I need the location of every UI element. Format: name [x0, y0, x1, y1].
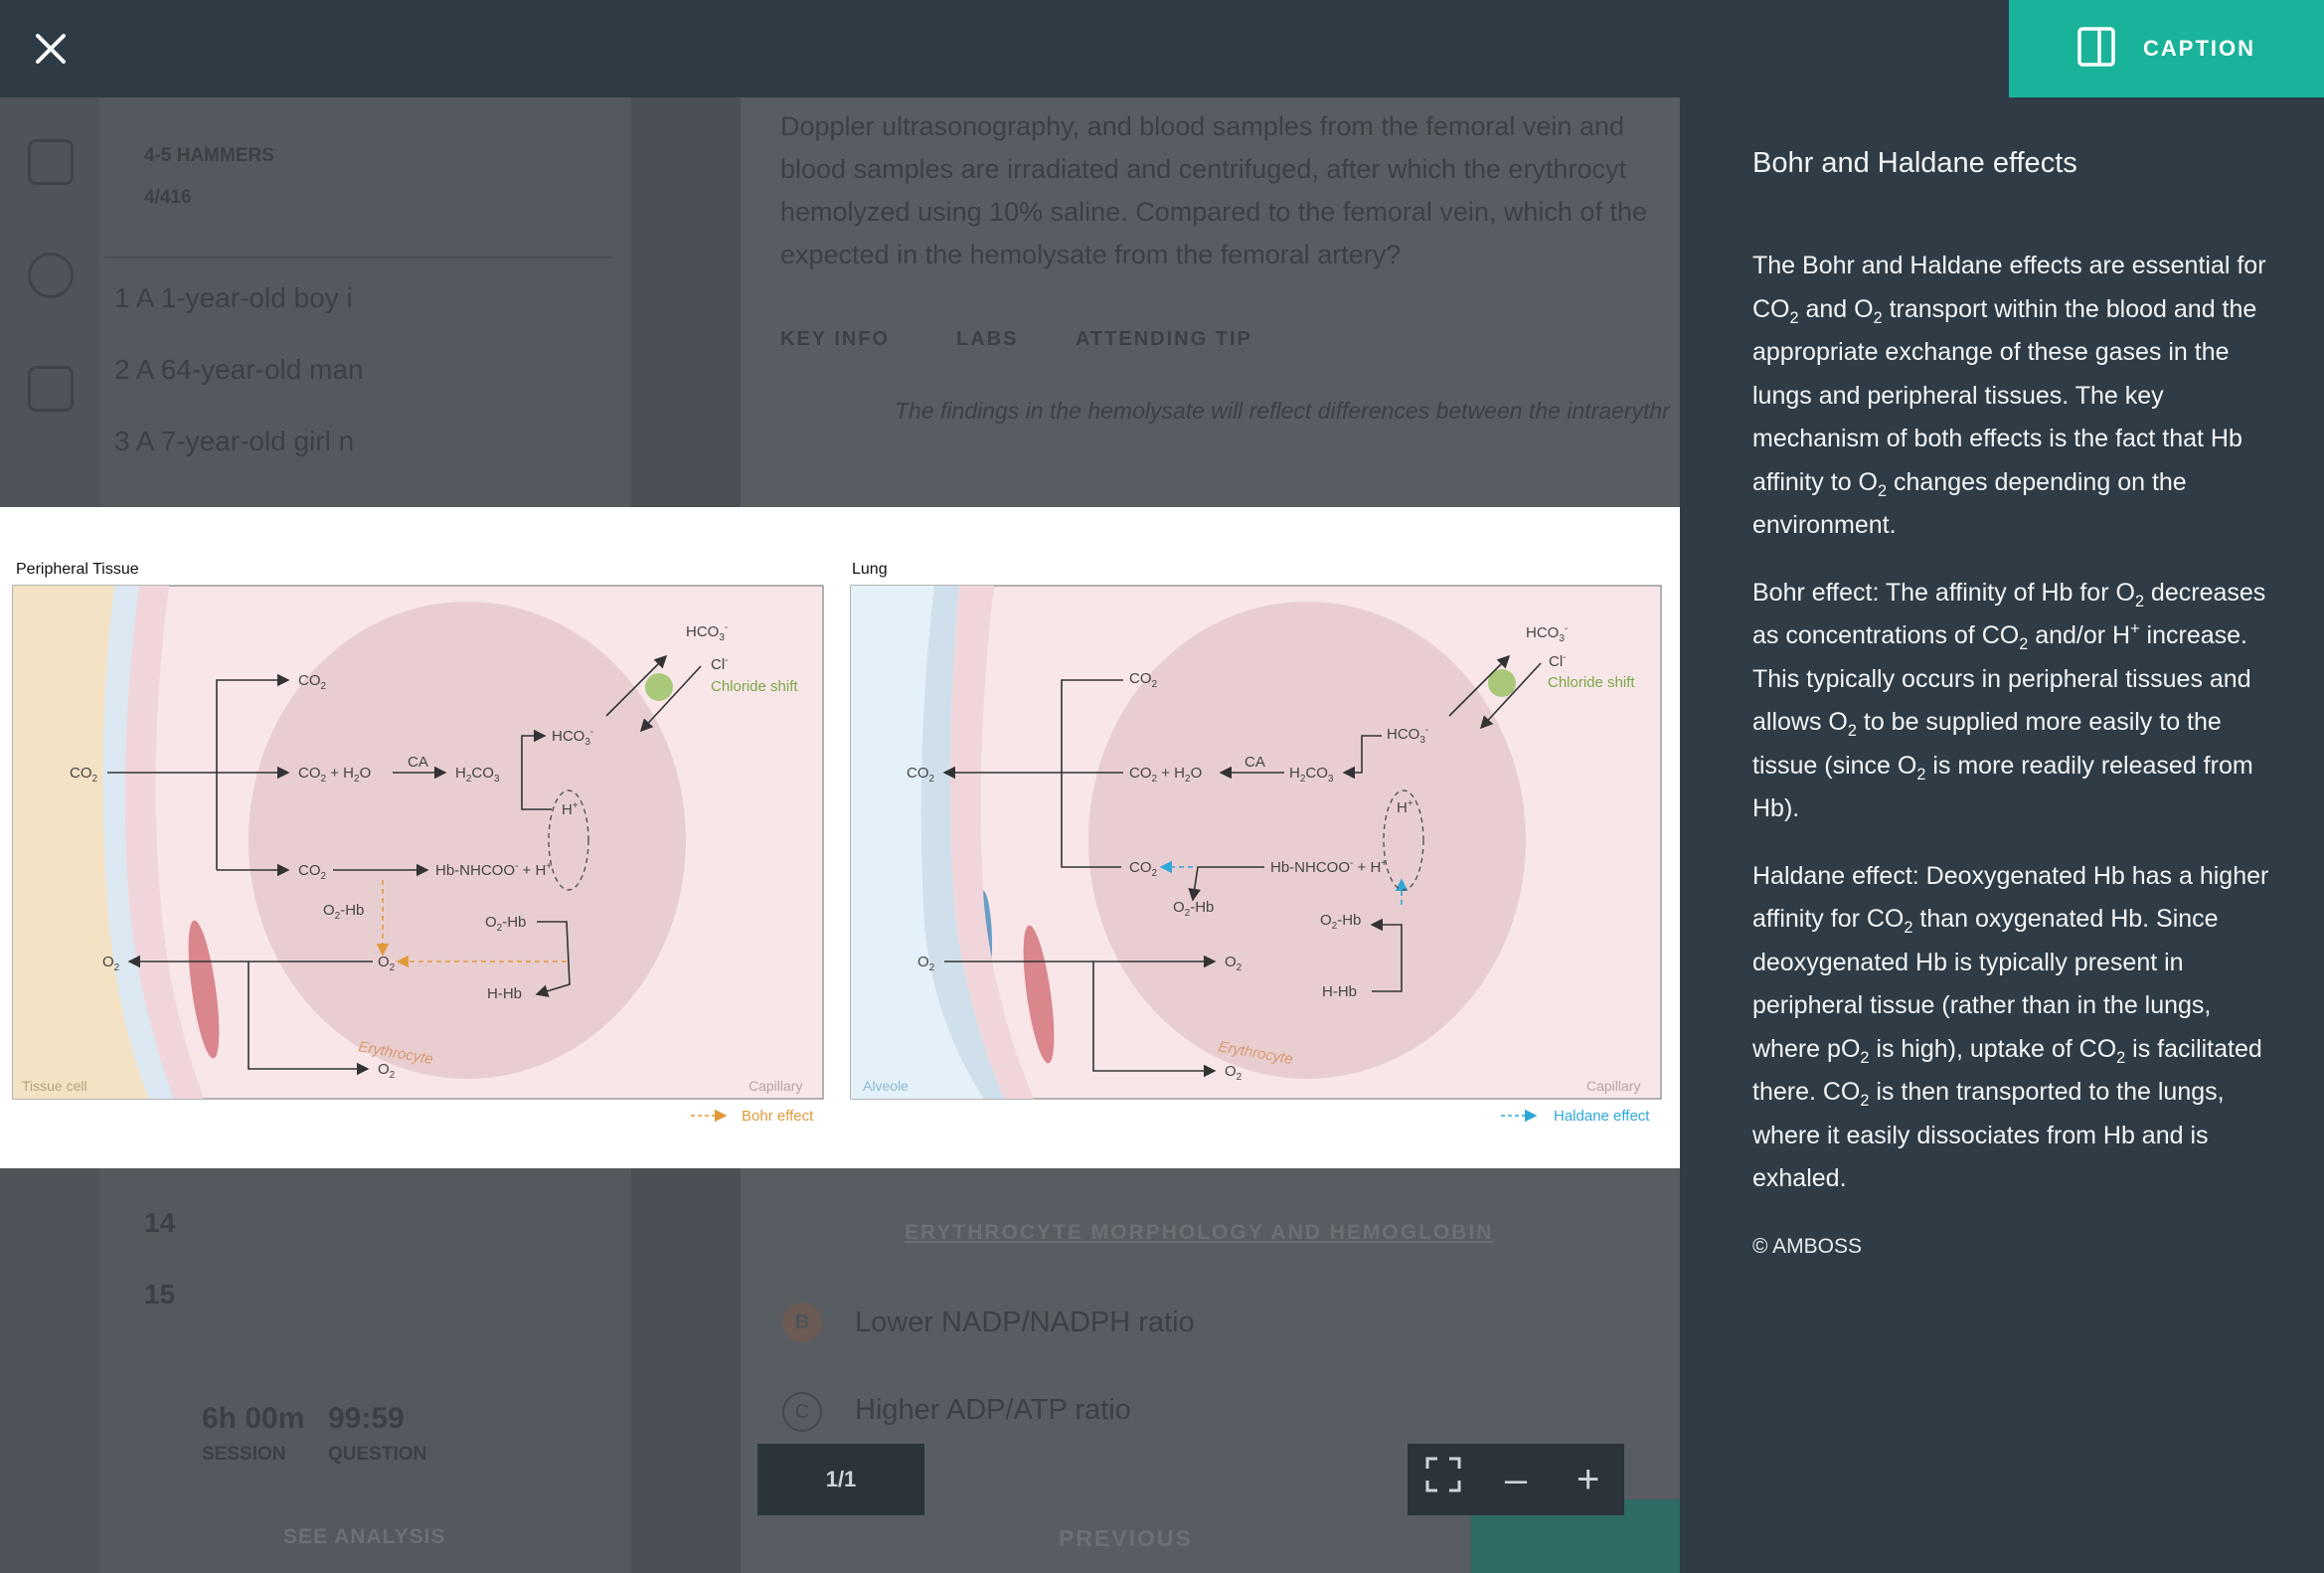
capillary-label: Capillary	[748, 1078, 802, 1094]
chloride-shift-label: Chloride shift	[711, 678, 798, 695]
capillary-label-right: Capillary	[1586, 1078, 1640, 1094]
zoom-in-button[interactable]: +	[1559, 1458, 1618, 1502]
zoom-out-button[interactable]: –	[1486, 1458, 1546, 1502]
tab-attending-tip: ATTENDING TIP	[1076, 328, 1252, 350]
bohr-legend: Bohr effect	[742, 1108, 814, 1125]
answer-letter: C	[782, 1392, 822, 1432]
figure-image: Peripheral Tissue Tissue cell Capillary …	[0, 507, 1680, 1168]
compass-icon	[28, 253, 74, 298]
block-title: 4-5 HAMMERS	[144, 145, 274, 166]
close-icon[interactable]	[28, 26, 74, 72]
tip-text: The findings in the hemolysate will refl…	[895, 398, 1670, 424]
caption-body: The Bohr and Haldane effects are essenti…	[1752, 245, 2269, 1268]
svg-text:Hb-NHCOO- + H+: Hb-NHCOO- + H+	[1270, 858, 1387, 876]
caption-label: CAPTION	[2143, 36, 2255, 61]
svg-text:H-Hb: H-Hb	[1322, 983, 1357, 1000]
question-number: 15	[144, 1279, 176, 1310]
question-line: expected in the hemolysate from the femo…	[780, 240, 1402, 269]
question-line: Doppler ultrasonography, and blood sampl…	[780, 111, 1624, 141]
list-item: 1 A 1-year-old boy i	[114, 282, 353, 313]
tissue-cell-label: Tissue cell	[22, 1078, 87, 1094]
svg-text:Hb-NHCOO- + H+: Hb-NHCOO- + H+	[435, 861, 552, 879]
svg-text:CA: CA	[1245, 754, 1265, 771]
list-item: 2 A 64-year-old man	[114, 354, 364, 385]
see-analysis-link: SEE ANALYSIS	[283, 1525, 446, 1548]
question-timer-label: QUESTION	[328, 1444, 427, 1465]
caption-title: Bohr and Haldane effects	[1752, 147, 2077, 179]
zoom-controls: – +	[1408, 1444, 1624, 1515]
caption-toggle-button[interactable]: CAPTION	[2009, 0, 2324, 97]
block-count: 4/416	[144, 187, 192, 208]
answer-text: Lower NADP/NADPH ratio	[855, 1307, 1195, 1338]
caption-paragraph: Bohr effect: The affinity of Hb for O2 d…	[1752, 578, 2266, 823]
chloride-shift-label-right: Chloride shift	[1548, 674, 1635, 691]
tab-key-info: KEY INFO	[780, 328, 891, 350]
session-label: SESSION	[202, 1444, 286, 1465]
image-pager: 1/1	[757, 1444, 924, 1515]
question-number: 14	[144, 1207, 176, 1238]
svg-text:CA: CA	[408, 754, 428, 771]
session-timer: 6h 00m	[202, 1402, 305, 1435]
notebook-icon	[28, 366, 74, 412]
haldane-legend: Haldane effect	[1554, 1108, 1650, 1125]
top-bar: CAPTION	[0, 0, 2324, 97]
caption-paragraph: Haldane effect: Deoxygenated Hb has a hi…	[1752, 861, 2269, 1193]
answer-text: Higher ADP/ATP ratio	[855, 1394, 1131, 1426]
answer-letter: B	[782, 1303, 822, 1342]
tab-labs: LABS	[956, 328, 1019, 350]
alveole-label: Alveole	[863, 1078, 909, 1094]
fullscreen-icon[interactable]	[1413, 1455, 1473, 1504]
peripheral-tissue-title: Peripheral Tissue	[16, 561, 139, 578]
question-line: blood samples are irradiated and centrif…	[780, 154, 1626, 184]
caption-panel: Bohr and Haldane effects The Bohr and Ha…	[1680, 97, 2324, 1573]
home-icon	[28, 139, 74, 185]
lung-title: Lung	[852, 561, 888, 578]
caption-paragraph: The Bohr and Haldane effects are essenti…	[1752, 252, 2266, 539]
svg-text:H-Hb: H-Hb	[487, 985, 522, 1002]
article-link: ERYTHROCYTE MORPHOLOGY AND HEMOGLOBIN	[905, 1221, 1494, 1244]
copyright-text: © AMBOSS	[1752, 1234, 1863, 1258]
panel-split-icon	[2077, 26, 2115, 72]
question-line: hemolyzed using 10% saline. Compared to …	[780, 197, 1647, 227]
question-timer: 99:59	[328, 1402, 405, 1435]
previous-button: PREVIOUS	[1059, 1525, 1193, 1551]
list-item: 3 A 7-year-old girl n	[114, 426, 355, 456]
